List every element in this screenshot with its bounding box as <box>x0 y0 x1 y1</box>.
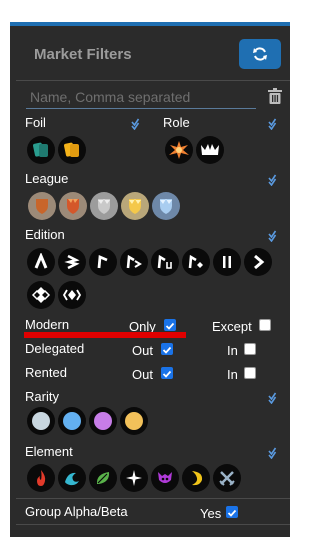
element-death-icon[interactable] <box>151 464 179 492</box>
delegated-in-checkbox[interactable] <box>244 343 256 355</box>
element-label: Element <box>25 444 73 459</box>
bottom-divider <box>16 524 290 525</box>
foil-toggle-check-icon[interactable] <box>131 118 143 130</box>
role-summoner-icon[interactable] <box>165 136 193 164</box>
checkmark-icon <box>162 346 172 354</box>
element-neutral-icon[interactable] <box>213 464 241 492</box>
search-input[interactable] <box>26 86 256 109</box>
delegated-label: Delegated <box>25 341 85 356</box>
modern-except-label: Except <box>212 319 252 334</box>
rented-in-checkbox[interactable] <box>244 367 256 379</box>
league-toggle-check-icon[interactable] <box>268 174 280 186</box>
delegated-out-checkbox[interactable] <box>161 343 173 355</box>
modern-only-checkbox[interactable] <box>164 319 176 331</box>
refresh-icon <box>253 47 267 61</box>
edition-untamed-icon[interactable] <box>151 248 179 276</box>
checkmark-icon <box>227 509 237 517</box>
trash-icon[interactable] <box>268 88 282 104</box>
rented-out-label: Out <box>132 367 153 382</box>
league-gold-icon[interactable] <box>90 192 118 220</box>
league-label: League <box>25 171 69 186</box>
panel-top-accent <box>10 22 290 26</box>
edition-label: Edition <box>25 227 65 242</box>
league-silver-icon[interactable] <box>59 192 87 220</box>
checkmark-icon <box>162 370 172 378</box>
edition-dice-icon[interactable] <box>182 248 210 276</box>
delegated-in-label: In <box>227 343 238 358</box>
market-filters-panel: Market Filters Foil Role League <box>10 22 290 537</box>
foil-label: Foil <box>25 115 46 130</box>
panel-title: Market Filters <box>34 46 132 63</box>
rented-label: Rented <box>25 365 67 380</box>
edition-reward-icon[interactable] <box>120 248 148 276</box>
edition-toggle-check-icon[interactable] <box>268 230 280 242</box>
foil-regular-icon[interactable] <box>27 136 55 164</box>
foil-gold-icon[interactable] <box>58 136 86 164</box>
rented-in-label: In <box>227 367 238 382</box>
checkmark-icon <box>165 322 175 330</box>
group-alpha-beta-yes-label: Yes <box>200 506 222 521</box>
group-alpha-beta-label: Group Alpha/Beta <box>25 504 128 519</box>
header-divider <box>16 80 290 81</box>
rarity-legendary-icon[interactable] <box>120 407 148 435</box>
rented-out-checkbox[interactable] <box>161 367 173 379</box>
element-water-icon[interactable] <box>58 464 86 492</box>
edition-chaos-icon[interactable] <box>213 248 241 276</box>
element-fire-icon[interactable] <box>27 464 55 492</box>
edition-promo-icon[interactable] <box>89 248 117 276</box>
highlight-underline <box>24 332 186 338</box>
group-alpha-beta-checkbox[interactable] <box>226 506 238 518</box>
role-label: Role <box>163 115 190 130</box>
modern-except-checkbox[interactable] <box>259 319 271 331</box>
edition-beta-icon[interactable] <box>58 248 86 276</box>
edition-alpha-icon[interactable] <box>27 248 55 276</box>
league-diamond-icon[interactable] <box>121 192 149 220</box>
role-toggle-check-icon[interactable] <box>268 118 280 130</box>
modern-label: Modern <box>25 317 70 332</box>
rarity-epic-icon[interactable] <box>89 407 117 435</box>
delegated-out-label: Out <box>132 343 153 358</box>
refresh-button[interactable] <box>239 39 281 69</box>
element-dragon-icon[interactable] <box>182 464 210 492</box>
footer-divider <box>16 498 290 499</box>
edition-rebellion-icon[interactable] <box>58 281 86 309</box>
edition-soulbound-icon[interactable] <box>27 281 55 309</box>
rarity-toggle-check-icon[interactable] <box>268 392 280 404</box>
rarity-label: Rarity <box>25 389 59 404</box>
rarity-common-icon[interactable] <box>27 407 55 435</box>
element-life-icon[interactable] <box>120 464 148 492</box>
league-champion-icon[interactable] <box>152 192 180 220</box>
element-toggle-check-icon[interactable] <box>268 447 280 459</box>
role-monster-icon[interactable] <box>196 136 224 164</box>
league-bronze-icon[interactable] <box>28 192 56 220</box>
element-earth-icon[interactable] <box>89 464 117 492</box>
edition-riftwatchers-icon[interactable] <box>244 248 272 276</box>
rarity-rare-icon[interactable] <box>58 407 86 435</box>
